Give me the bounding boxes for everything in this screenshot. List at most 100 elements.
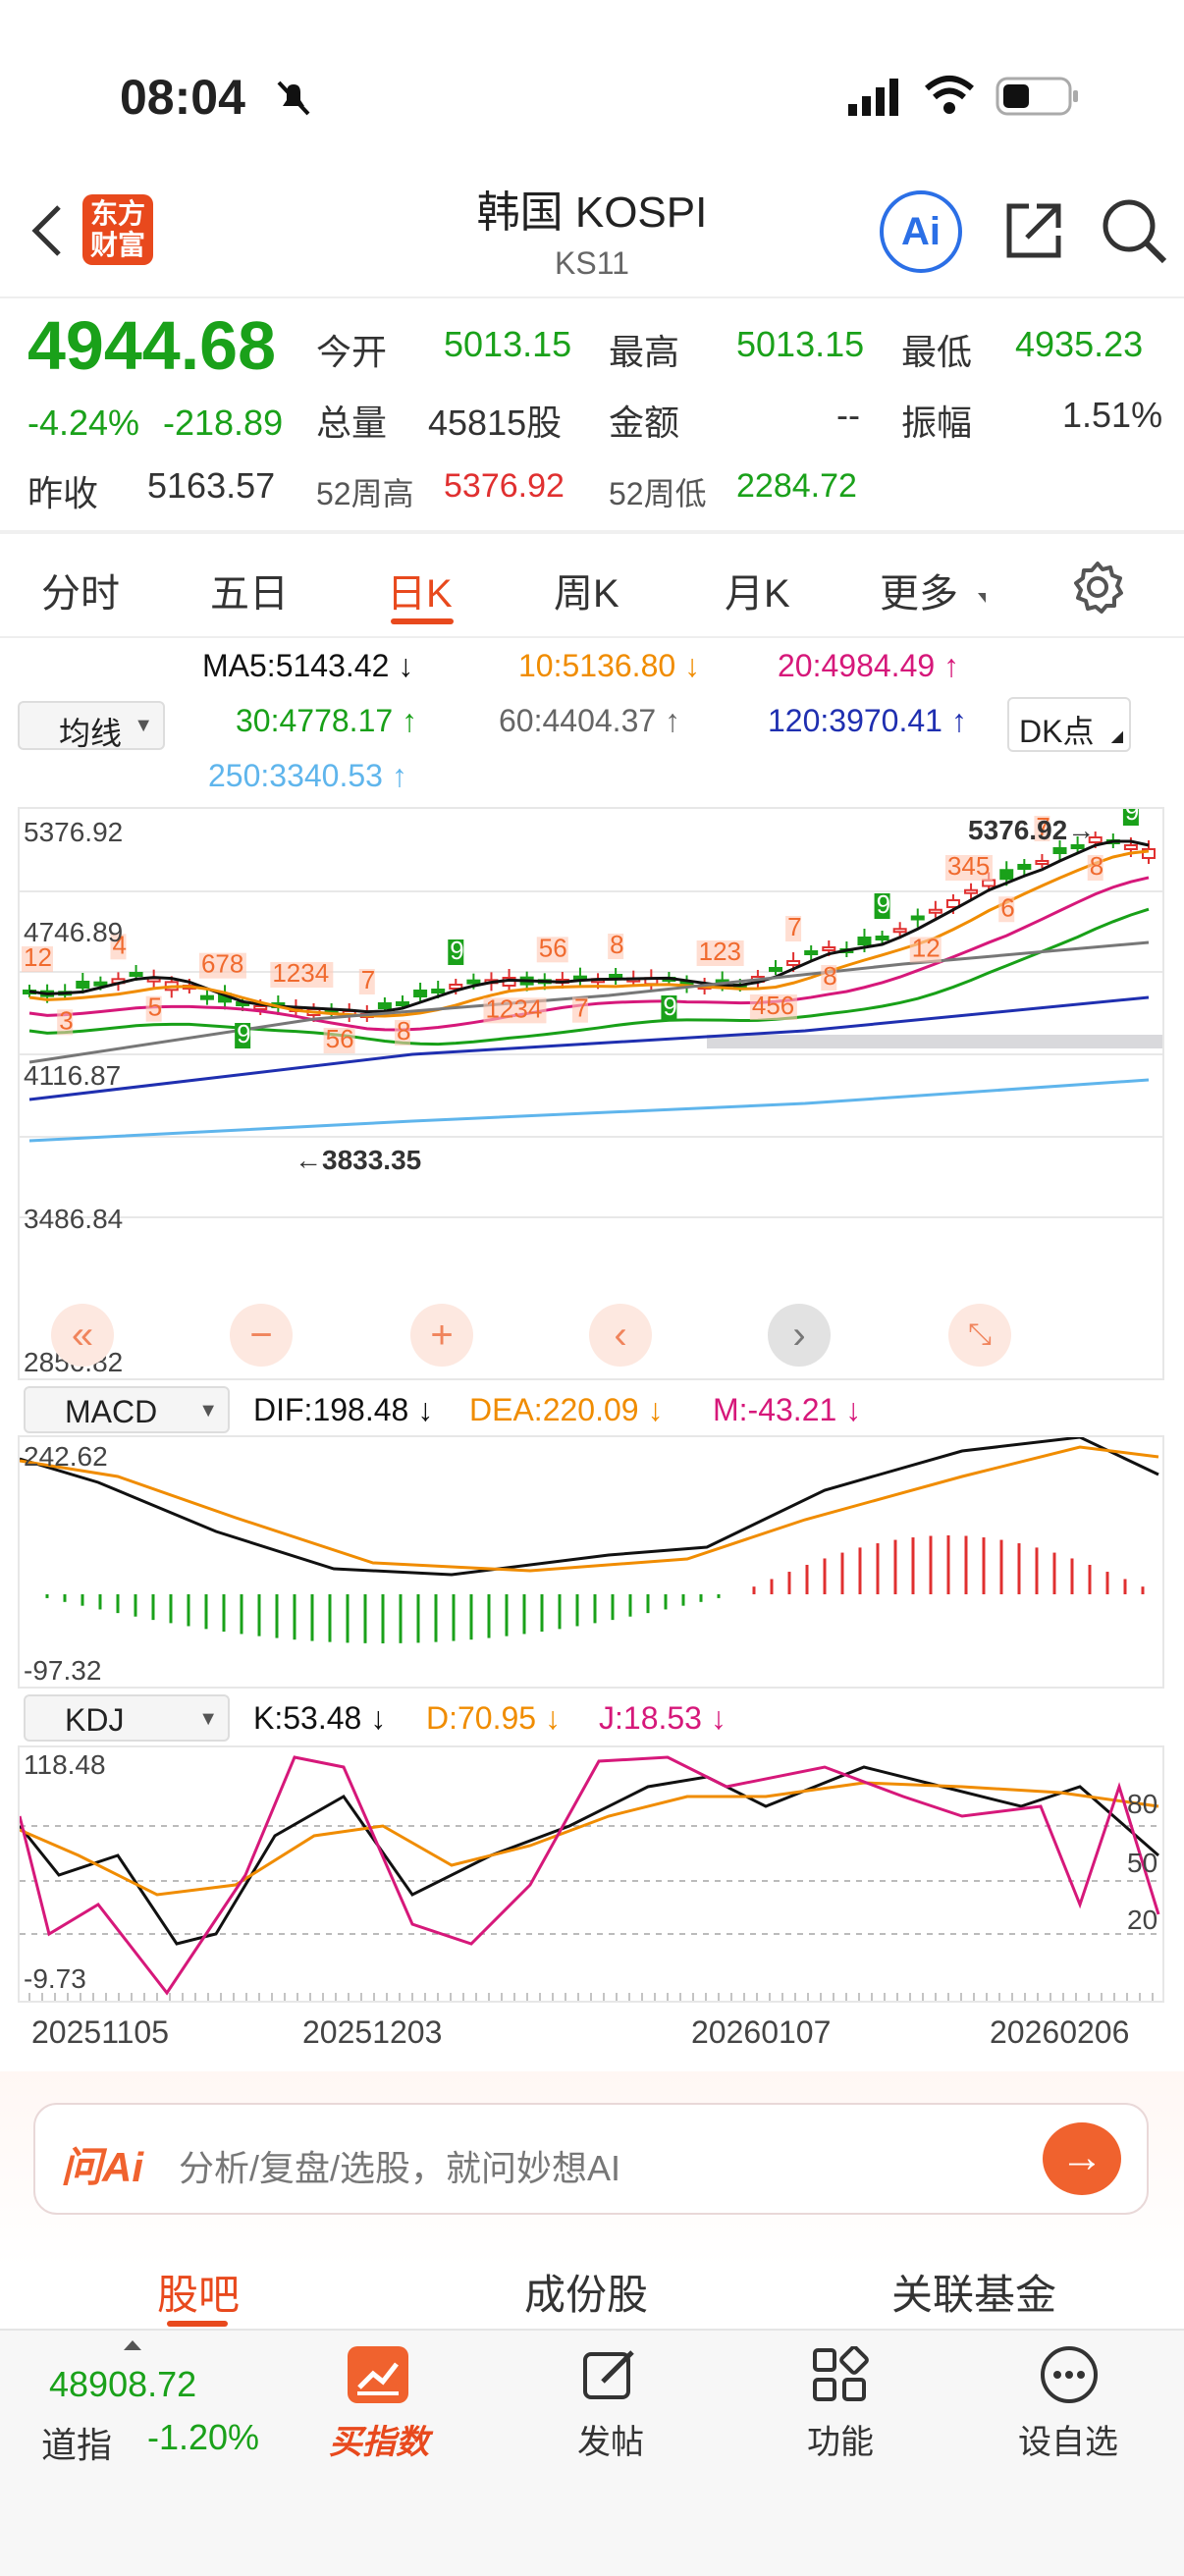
edit-icon[interactable] [579,2344,640,2410]
price-band [707,1035,1162,1048]
volume-value: 45815股 [428,402,563,443]
sequence-badge: 8 [823,961,836,991]
sequence-badge: 456 [752,991,794,1020]
ma250-value: 250:3340.53 ↑ [208,758,407,793]
candle-body [928,908,942,914]
signal-icon [846,77,905,121]
kline-chart[interactable]: 12 3 4 5 678 9 1234 56 7 8 9 1234 56 7 8 9 123 456 7 8 9 12 34… [18,807,1164,1380]
sequence-badge: 678 [201,949,243,979]
chart-icon[interactable] [348,2346,408,2403]
ticker-index-value[interactable]: 48908.72 [49,2364,196,2405]
ma250-line [28,1078,1150,1143]
sequence-badge: 3 [59,1005,73,1035]
ma-selector[interactable]: 均线 ▼ [18,701,165,751]
last-price: 4944.68 [27,307,277,384]
scroll-left-fast-icon[interactable]: « [51,1304,114,1367]
date-label-3: 20260107 [691,2014,832,2050]
subtab-forum[interactable]: 股吧 [157,2262,240,2322]
ai-search-bar[interactable]: 问Ai 分析/复盘/选股，就问妙想AI → [33,2103,1149,2215]
ma60-value: 60:4404.37 ↑ [499,703,681,738]
candle-body [857,937,872,945]
share-icon[interactable] [999,196,1068,270]
wk52-high-value: 5376.92 [444,467,565,505]
kline-y-label-4: 3486.84 [24,1204,124,1234]
candle-body [804,950,819,955]
zoom-out-icon[interactable]: − [230,1304,293,1367]
arrow-right-icon[interactable]: → [1043,2122,1121,2195]
nav-add-watchlist[interactable]: 设自选 [999,2415,1137,2463]
tab-daily-k[interactable]: 日K [387,562,453,618]
subtab-constituents[interactable]: 成份股 [524,2262,648,2322]
scroll-right-icon[interactable]: › [768,1304,831,1367]
amplitude-value: 1.51% [1062,395,1163,435]
mute-icon [273,77,314,118]
ticker-index-name: 道指 [41,2425,113,2465]
j-line [20,1755,1160,1996]
sequence-badge: 9 [663,992,676,1021]
min-price-marker: ←3833.35 [295,1145,422,1175]
candle-body [1035,860,1049,865]
ai-input-placeholder[interactable]: 分析/复盘/选股，就问妙想AI [179,2140,620,2191]
kdj-y-bottom: -9.73 [24,1963,86,1994]
dk-point-button[interactable]: DK点 ◢ [1007,697,1131,752]
zoom-in-icon[interactable]: + [410,1304,473,1367]
macd-selector[interactable]: MACD ▼ [24,1386,230,1433]
amount-value: -- [836,395,860,435]
amount-label: 金额 [609,402,680,443]
macd-y-top: 242.62 [24,1441,108,1472]
candle-body [910,915,925,921]
macd-chart[interactable] [18,1435,1164,1689]
prev-close-value: 5163.57 [147,465,276,506]
macd-y-bottom: -97.32 [24,1655,102,1686]
kdj-chart[interactable] [18,1745,1164,2003]
open-value: 5013.15 [444,324,572,364]
ai-button[interactable]: Ai [880,190,962,273]
caret-up-icon [124,2340,141,2350]
subtab-related-funds[interactable]: 关联基金 [891,2262,1056,2322]
search-icon[interactable] [1100,196,1168,270]
candle-body [93,981,108,987]
candle-body [1017,864,1032,870]
kdj-level-80: 80 [1127,1789,1158,1819]
sequence-badge: 8 [397,1016,410,1046]
subtab-indicator [167,2321,228,2327]
date-label-4: 20260206 [990,2014,1130,2050]
candle-body [396,1001,409,1006]
ma30-value: 30:4778.17 ↑ [236,703,418,738]
sequence-badge: 123 [699,937,741,966]
nav-buy-index[interactable]: 买指数 [310,2415,448,2463]
more-icon[interactable] [1039,2344,1100,2410]
amplitude-label: 振幅 [901,402,973,443]
tab-monthly-k[interactable]: 月K [725,562,790,618]
tab-five-day[interactable]: 五日 [210,562,289,618]
scroll-left-icon[interactable]: ‹ [589,1304,652,1367]
prev-close-label: 昨收 [27,473,99,513]
change-abs: -218.89 [163,402,284,443]
candle-body [253,1005,268,1010]
fullscreen-icon[interactable]: ⤡ [948,1304,1011,1367]
dif-line [20,1437,1159,1577]
nav-post[interactable]: 发帖 [542,2415,679,2463]
ai-logo: 问Ai [61,2144,144,2190]
tab-more[interactable]: 更多 [880,562,958,618]
tab-intraday[interactable]: 分时 [41,562,120,618]
sequence-badge: 1234 [272,958,329,988]
tab-active-indicator [391,618,454,624]
candle-body [964,888,979,894]
ticker-index-change: -1.20% [147,2417,260,2457]
max-price-marker: 5376.92→ [968,815,1096,845]
settings-gear-icon[interactable] [1070,560,1125,619]
ma20-line [28,876,1150,1032]
change-pct: -4.24% [27,402,140,443]
wifi-icon [923,75,976,121]
candle-body [413,990,428,997]
grid-icon[interactable] [811,2345,870,2410]
nav-functions[interactable]: 功能 [772,2415,909,2463]
k-line [20,1765,1159,1946]
sequence-badge: 6 [1000,892,1014,922]
tab-weekly-k[interactable]: 周K [554,562,619,618]
kdj-selector[interactable]: KDJ ▼ [24,1694,230,1742]
sequence-badge: 345 [947,851,990,881]
open-label: 今开 [316,332,388,372]
candle-body [1052,847,1067,854]
